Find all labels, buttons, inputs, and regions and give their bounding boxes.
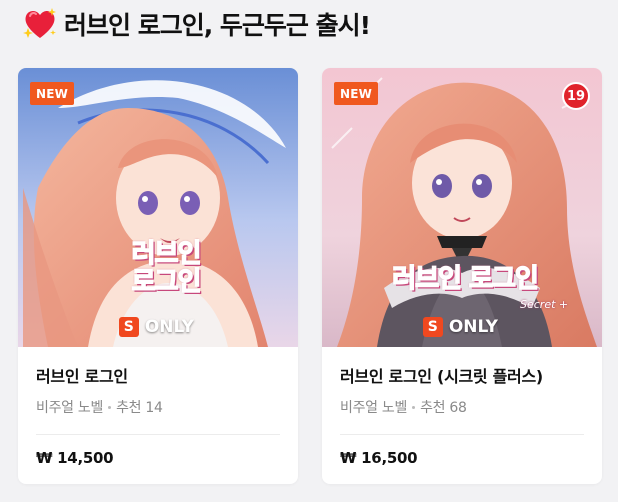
card-title[interactable]: 러브인 로그인 xyxy=(36,363,280,387)
product-card[interactable]: NEW 19 러브인 로그인 Secret + S ONLY 러브인 로그인 (… xyxy=(322,68,602,484)
s-only-badge: S ONLY xyxy=(422,317,498,337)
card-price: ₩ 16,500 xyxy=(340,449,418,467)
card-divider xyxy=(36,434,280,435)
card-meta: 비주얼 노벨 추천 14 xyxy=(36,397,280,417)
cover-image[interactable]: NEW 러브인 로그인 S ONLY xyxy=(18,68,298,347)
product-section: 러브인 로그인, 두근두근 출시! NEW 러브인 로그인 S ONLY 러브인… xyxy=(0,0,618,502)
cover-logo: 러브인 로그인 xyxy=(391,263,539,295)
cover-art xyxy=(18,68,298,347)
s-logo-icon: S xyxy=(118,317,139,337)
cover-logo-sub: Secret + xyxy=(520,298,569,311)
new-badge: NEW xyxy=(334,82,379,105)
sparkling-heart-icon xyxy=(22,6,58,42)
age-rating-badge: 19 xyxy=(562,82,590,110)
s-logo-icon: S xyxy=(422,317,443,337)
category-label: 비주얼 노벨 xyxy=(36,400,104,416)
recommend-count: 추천 14 xyxy=(116,400,163,416)
card-meta: 비주얼 노벨 추천 68 xyxy=(340,397,584,417)
new-badge: NEW xyxy=(30,82,75,105)
only-label: ONLY xyxy=(144,317,194,337)
meta-separator xyxy=(412,405,416,409)
card-divider xyxy=(340,434,584,435)
section-title: 러브인 로그인, 두근두근 출시! xyxy=(64,11,371,40)
only-label: ONLY xyxy=(448,317,498,337)
recommend-count: 추천 68 xyxy=(420,400,467,416)
meta-separator xyxy=(108,405,112,409)
card-body: 러브인 로그인 비주얼 노벨 추천 14 ₩ 14,500 xyxy=(18,347,298,467)
product-card[interactable]: NEW 러브인 로그인 S ONLY 러브인 로그인 비주얼 노벨 추천 14 … xyxy=(18,68,298,484)
cover-logo: 러브인 로그인 xyxy=(131,239,202,297)
s-only-badge: S ONLY xyxy=(118,317,194,337)
cover-image[interactable]: NEW 19 러브인 로그인 Secret + S ONLY xyxy=(322,68,602,347)
card-body: 러브인 로그인 (시크릿 플러스) 비주얼 노벨 추천 68 ₩ 16,500 xyxy=(322,347,602,467)
card-price: ₩ 14,500 xyxy=(36,449,114,467)
section-header: 러브인 로그인, 두근두근 출시! xyxy=(22,4,371,44)
category-label: 비주얼 노벨 xyxy=(340,400,408,416)
card-title[interactable]: 러브인 로그인 (시크릿 플러스) xyxy=(340,363,584,387)
